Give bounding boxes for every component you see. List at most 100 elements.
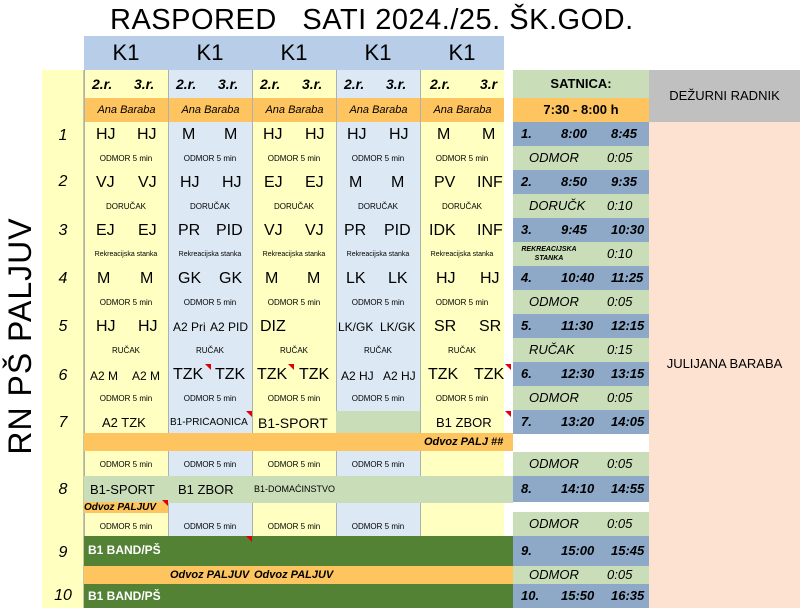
period-end: 10:30: [611, 222, 645, 237]
break-odmor: ODMOR 5 min: [267, 298, 321, 307]
class-header-5: K1: [420, 36, 504, 70]
schedule-period: 6. 12:30 13:15: [513, 362, 649, 386]
lesson: VJ: [264, 222, 283, 239]
lesson: VJ: [138, 174, 157, 191]
break-odmor: ODMOR 5 min: [435, 154, 489, 163]
break-rekreacijska: Rekreacijska stanka: [94, 251, 158, 258]
period-start: 9:45: [561, 222, 588, 237]
period-number: 5.: [521, 318, 532, 333]
lesson: A2 TZK: [102, 415, 146, 430]
lesson: PR: [344, 222, 367, 239]
grade-3-label: 3.r.: [134, 76, 155, 92]
grade-3-label: 3.r: [480, 76, 498, 92]
break-odmor: ODMOR 5 min: [267, 522, 321, 531]
break-dorucak: DORUČAK: [273, 202, 314, 211]
lesson: A2 M: [90, 369, 119, 383]
break-odmor: ODMOR 5 min: [99, 394, 153, 403]
break-dorucak: DORUČAK: [105, 202, 146, 211]
transport-paljuv: Odvoz PALJUV: [254, 569, 334, 581]
break-label: ODMOR: [529, 390, 579, 405]
lesson: M: [437, 126, 451, 143]
lesson: SR: [479, 318, 502, 335]
grade-3-label: 3.r.: [218, 76, 239, 92]
schedule-period: 8. 14:10 14:55: [513, 476, 649, 502]
period-end: 13:15: [611, 366, 645, 381]
lesson: M: [182, 126, 196, 143]
break-odmor: ODMOR 5 min: [183, 460, 237, 469]
period-end: 12:15: [611, 318, 645, 333]
period-start: 13:20: [561, 414, 595, 429]
duty-header: DEŽURNI RADNIK: [649, 70, 800, 122]
period-end: 9:35: [611, 174, 638, 189]
period-start: 12:30: [561, 366, 595, 381]
period-start: 15:00: [561, 543, 595, 558]
break-odmor: ODMOR 5 min: [351, 460, 405, 469]
grade-2-label: 2.r.: [176, 76, 197, 92]
satnica-time: 7:30 - 8:00 h: [513, 98, 649, 122]
row-number: 2: [58, 173, 68, 190]
schedule-period: 3. 9:45 10:30: [513, 218, 649, 242]
comment-marker: [288, 364, 294, 370]
break-rucak: RUČAK: [111, 346, 140, 355]
schedule-break: REKREACIJSKA STANKA 0:10: [513, 242, 649, 266]
break-duration: 0:05: [607, 567, 633, 582]
lesson: HJ: [138, 318, 158, 335]
row-number: 4: [58, 270, 68, 287]
period-number: 6.: [521, 366, 532, 381]
lesson: B1 ZBOR: [436, 415, 492, 430]
teacher-name: Ana Baraba: [420, 98, 504, 122]
row-number: 8: [58, 481, 68, 498]
lesson: HJ: [436, 270, 456, 287]
lesson: TZK: [173, 366, 204, 383]
class-header-3: K1: [252, 36, 336, 70]
comment-marker: [246, 536, 252, 542]
school-name: RN PŠ PALJUV: [2, 217, 38, 455]
schedule-break: ODMOR 0:05: [513, 512, 649, 536]
empty-slot: [336, 411, 420, 433]
schedule-break: ODMOR 0:05: [513, 566, 649, 584]
schedule-period: 10. 15:50 16:35: [513, 584, 649, 608]
class-header-2: K1: [168, 36, 252, 70]
lesson: A2 HJ: [383, 369, 416, 383]
lesson: HJ: [222, 174, 242, 191]
day-column-5: [420, 70, 504, 608]
break-odmor: ODMOR 5 min: [435, 394, 489, 403]
break-odmor: ODMOR 5 min: [267, 394, 321, 403]
break-odmor: ODMOR 5 min: [351, 394, 405, 403]
satnica-header: SATNICA:: [513, 70, 649, 98]
lesson: PID: [384, 222, 411, 239]
row-number: 5: [58, 318, 68, 335]
lesson: LK/GK: [338, 320, 374, 334]
lesson: PID: [216, 222, 243, 239]
row-number: 9: [58, 544, 68, 561]
period-start: 14:10: [561, 481, 595, 496]
period-number: 7.: [521, 414, 532, 429]
lesson: TZK: [257, 366, 288, 383]
lesson: EJ: [96, 222, 115, 239]
break-duration: 0:10: [607, 246, 633, 261]
period-end: 16:35: [611, 588, 645, 603]
lesson-band: B1 BAND/PŠ: [88, 589, 161, 603]
comment-marker: [505, 364, 511, 370]
break-rekreacijska: Rekreacijska stanka: [262, 251, 326, 258]
break-duration: 0:15: [607, 342, 633, 357]
break-odmor: ODMOR 5 min: [183, 394, 237, 403]
teacher-name: Ana Baraba: [168, 98, 252, 122]
transport-palj: Odvoz PALJ ##: [424, 436, 504, 448]
period-end: 14:55: [611, 481, 645, 496]
break-duration: 0:05: [607, 390, 633, 405]
lesson: HJ: [180, 174, 200, 191]
lesson: B1-SPORT: [258, 415, 328, 431]
grade-2-label: 2.r.: [260, 76, 281, 92]
page-title: RASPORED SATI 2024./25. ŠK.GOD.: [110, 4, 634, 36]
lesson-band: B1 BAND/PŠ: [88, 543, 161, 557]
break-label: REKREACIJSKA STANKA: [521, 246, 577, 262]
period-start: 10:40: [561, 270, 595, 285]
lesson: HJ: [480, 270, 500, 287]
lesson: B1-SPORT: [90, 482, 155, 497]
period-end: 14:05: [611, 414, 645, 429]
lesson: INF: [477, 222, 503, 239]
break-odmor: ODMOR 5 min: [99, 460, 153, 469]
break-rucak: RUČAK: [195, 346, 224, 355]
lesson: TZK: [299, 366, 330, 383]
